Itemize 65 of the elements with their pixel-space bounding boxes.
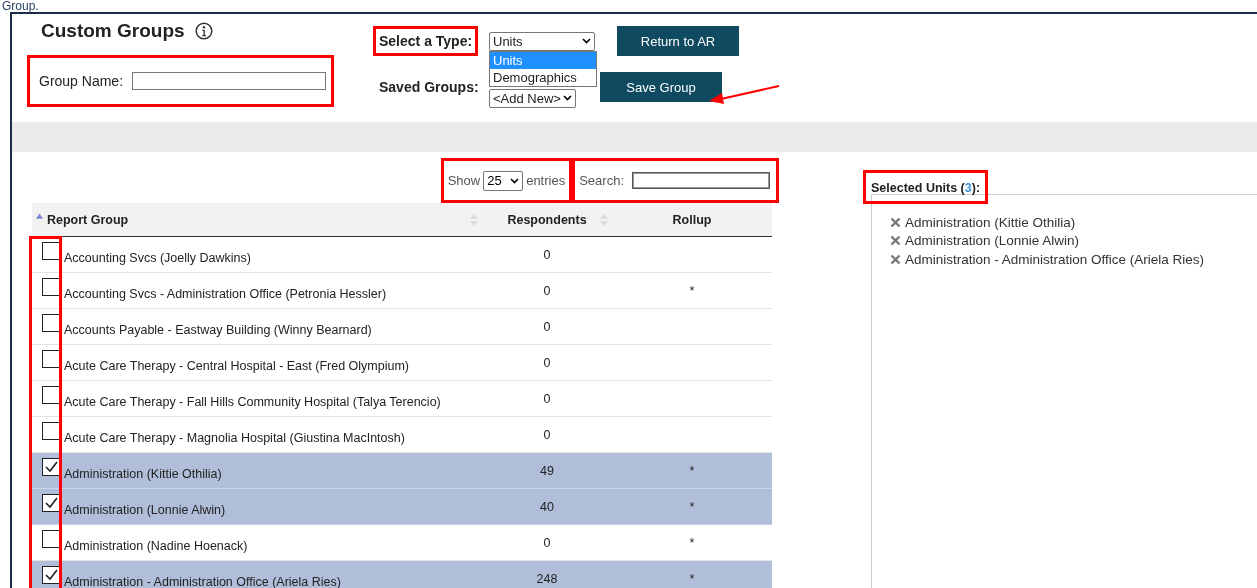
rollup-cell: * [689,535,695,550]
entries-label: entries [526,173,566,188]
remove-icon[interactable] [890,253,901,265]
respondents-cell: 0 [543,283,551,298]
select-type-label: Select a Type: [373,26,479,56]
respondents-cell: 49 [540,463,554,478]
checkbox[interactable] [42,277,60,296]
report-group-cell: Administration (Nadine Hoenack) [64,538,248,553]
caret-icon [510,177,520,184]
column-header[interactable]: Report Group [47,212,129,227]
saved-groups-dropdown[interactable]: <Add New> [489,88,576,108]
respondents-cell: 248 [536,571,558,586]
saved-groups-label: Saved Groups: [379,79,480,95]
checkbox[interactable] [42,493,60,512]
checkbox[interactable] [42,421,60,440]
return-button[interactable]: Return to AR [617,26,739,56]
rollup-cell: * [689,283,695,298]
respondents-cell: 0 [543,319,551,334]
checkbox[interactable] [42,529,60,548]
dropdown-option[interactable]: Demographics [490,68,596,86]
group-name-field[interactable] [132,72,327,90]
respondents-cell: 0 [543,535,551,550]
selected-unit: Administration (Lonnie Alwin) [905,233,1080,249]
search-field[interactable] [632,172,770,189]
report-group-cell: Accounting Svcs - Administration Office (Petronia Hessler) [64,286,387,301]
report-group-cell: Accounts Payable - Eastway Building (Winny Bearnard) [64,322,372,337]
checkbox[interactable] [42,241,60,260]
report-group-cell: Administration (Lonnie Alwin) [64,502,226,517]
sort-ascending-icon[interactable] [36,212,43,219]
group-name-label: Group Name: [39,73,124,89]
checkbox[interactable] [42,313,60,332]
caret-icon [563,95,572,101]
selected-units-heading: Selected Units (3): [863,170,989,204]
checkbox[interactable] [42,565,60,584]
rollup-cell: * [689,463,695,478]
search-label: Search: [579,173,624,188]
checkbox[interactable] [42,385,60,404]
report-group-cell: Accounting Svcs (Joelly Dawkins) [64,250,251,265]
save-group-button[interactable]: Save Group [600,72,722,102]
report-group-cell: Administration - Administration Office (Ariela Ries) [64,574,341,588]
caret-icon [582,38,591,44]
checkbox[interactable] [42,349,60,368]
report-group-cell: Acute Care Therapy - Central Hospital - East (Fred Olympium) [64,358,410,373]
column-header[interactable]: Rollup [672,212,712,227]
show-label: Show [447,173,481,188]
selected-unit: Administration (Kittie Othilia) [905,214,1076,230]
respondents-cell: 0 [543,355,551,370]
report-group-cell: Acute Care Therapy - Magnolia Hospital (Giustina MacIntosh) [64,430,405,445]
report-group-cell: Acute Care Therapy - Fall Hills Community Hospital (Talya Terencio) [64,394,441,409]
page-heading: Group. [2,0,40,12]
selected-unit: Administration - Administration Office (Ariela Ries) [905,251,1205,267]
respondents-cell: 40 [540,499,554,514]
page-size-dropdown[interactable]: 25 [483,170,524,191]
respondents-cell: 0 [543,391,551,406]
remove-icon[interactable] [890,235,901,247]
rollup-cell: * [689,571,695,586]
remove-icon[interactable] [890,216,901,228]
respondents-cell: 0 [543,427,551,442]
page-title: Custom Groups [41,20,185,42]
checkbox[interactable] [42,457,60,476]
report-group-cell: Administration (Kittie Othilia) [64,466,222,481]
column-header[interactable]: Respondents [507,212,587,227]
respondents-cell: 0 [543,247,551,262]
info-icon[interactable] [194,22,213,40]
rollup-cell: * [689,499,695,514]
